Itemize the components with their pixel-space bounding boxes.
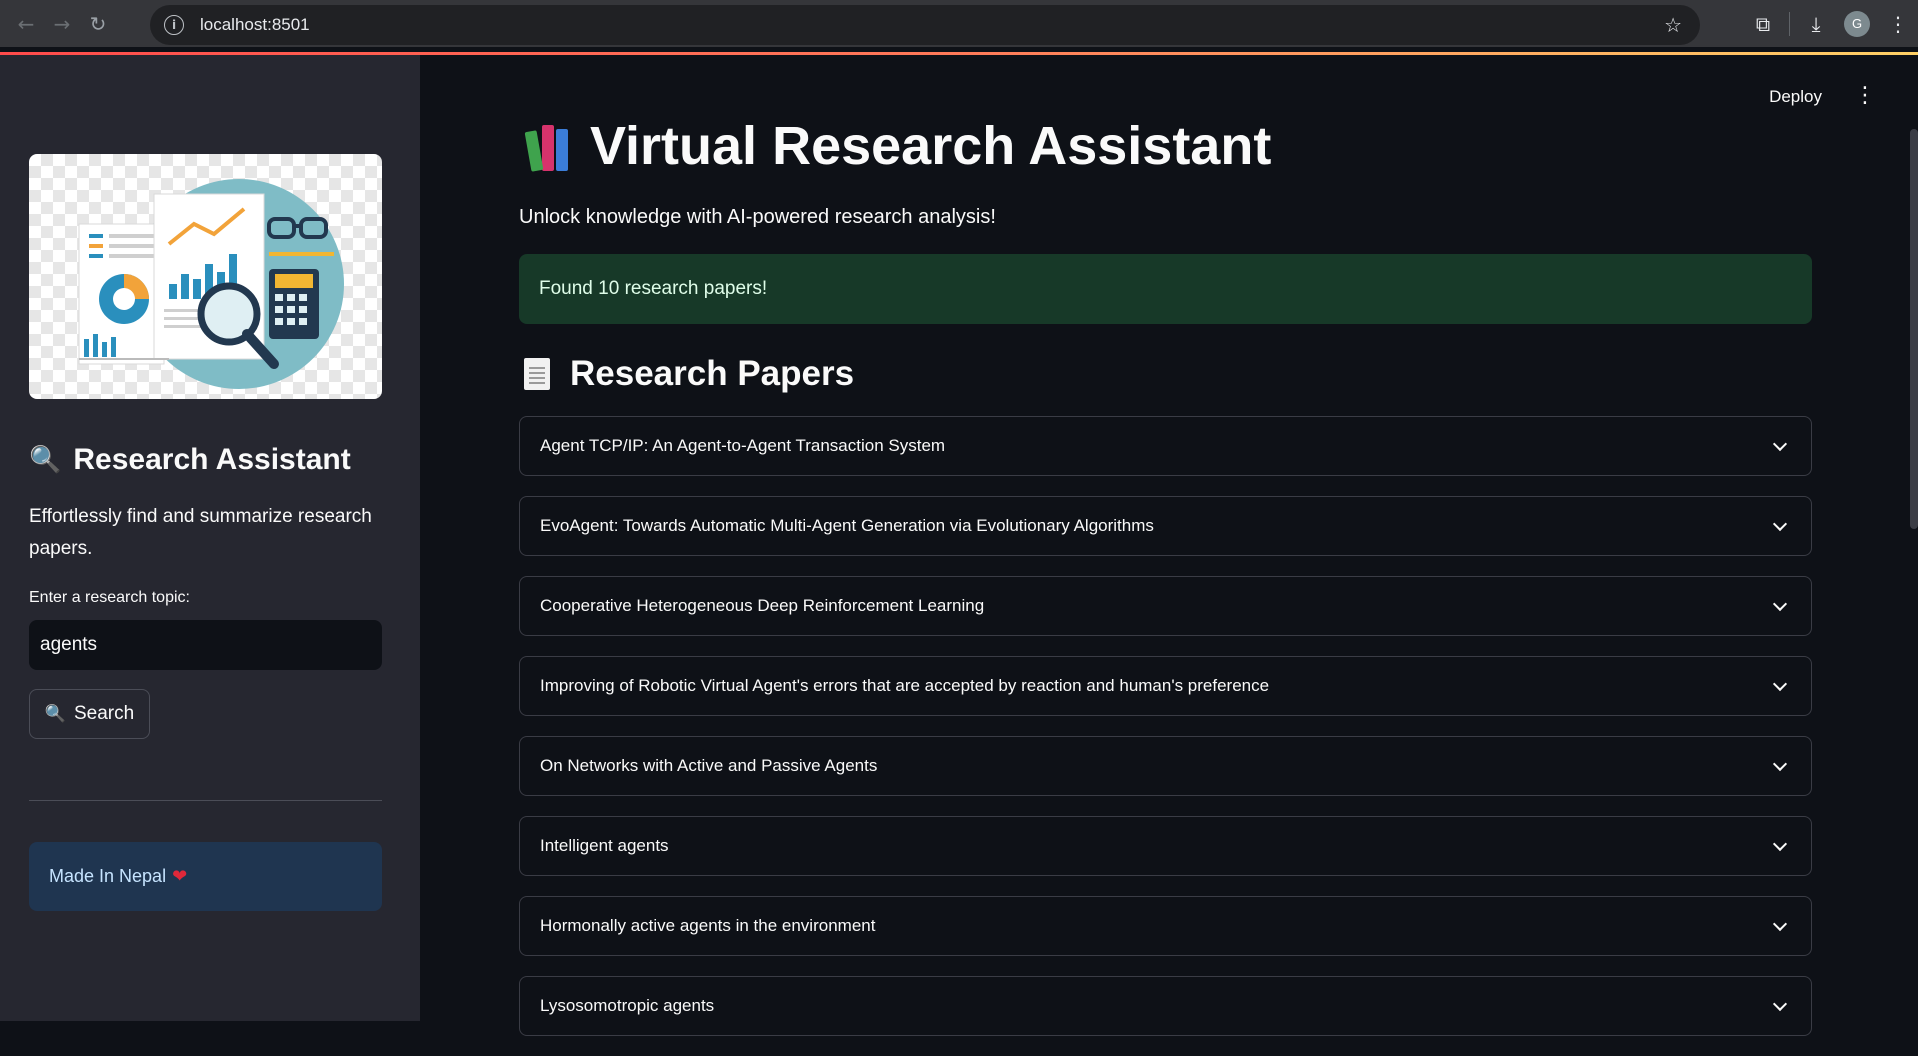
chevron-down-icon[interactable] — [1772, 516, 1788, 531]
section-title: Research Papers — [524, 354, 854, 394]
scrollbar-thumb[interactable] — [1910, 129, 1918, 529]
topic-input-label: Enter a research topic: — [29, 589, 190, 606]
document-icon — [524, 358, 550, 390]
paper-expander[interactable]: Lysosomotropic agents — [519, 976, 1812, 1036]
paper-title: Improving of Robotic Virtual Agent's err… — [540, 676, 1270, 695]
paper-expander[interactable]: EvoAgent: Towards Automatic Multi-Agent … — [519, 496, 1812, 556]
address-bar[interactable]: i localhost:8501 ☆ — [150, 5, 1700, 45]
forward-arrow-icon[interactable]: → — [44, 6, 80, 42]
papers-list: Agent TCP/IP: An Agent-to-Agent Transact… — [519, 416, 1812, 1056]
page-title: Virtual Research Assistant — [524, 115, 1272, 177]
chevron-down-icon[interactable] — [1772, 436, 1788, 451]
sidebar-description: Effortlessly find and summarize research… — [29, 506, 372, 559]
paper-expander[interactable]: Agent TCP/IP: An Agent-to-Agent Transact… — [519, 416, 1812, 476]
paper-expander[interactable]: Hormonally active agents in the environm… — [519, 896, 1812, 956]
main-content: Deploy ⋮ Virtual Research Assistant Unlo… — [420, 55, 1918, 1036]
download-icon[interactable]: ⤓ — [1796, 12, 1836, 36]
page-title-text: Virtual Research Assistant — [590, 116, 1272, 176]
deploy-button[interactable]: Deploy — [1769, 87, 1822, 107]
page-subtitle: Unlock knowledge with AI-powered researc… — [519, 206, 996, 228]
paper-title: On Networks with Active and Passive Agen… — [540, 756, 878, 775]
chevron-down-icon[interactable] — [1772, 836, 1788, 851]
reload-icon[interactable]: ↻ — [80, 6, 116, 42]
bookmark-star-icon[interactable]: ☆ — [1664, 13, 1682, 37]
more-icon[interactable]: ⋮ — [1878, 12, 1918, 36]
topic-input[interactable] — [29, 620, 382, 670]
toolbar-separator — [1789, 11, 1790, 36]
url-text[interactable]: localhost:8501 — [200, 15, 310, 35]
magnifier-icon: 🔍 — [29, 445, 62, 475]
made-in-nepal-badge: Made In Nepal ❤ — [29, 842, 382, 911]
research-illustration-image — [29, 154, 382, 399]
chevron-down-icon[interactable] — [1772, 996, 1788, 1011]
search-button-label: Search — [73, 703, 135, 724]
paper-expander[interactable]: Improving of Robotic Virtual Agent's err… — [519, 656, 1812, 716]
magnifier-icon: 🔍 — [44, 704, 66, 724]
success-alert: Found 10 research papers! — [519, 254, 1812, 324]
heart-icon: ❤ — [172, 866, 188, 887]
sidebar-title-text: Research Assistant — [73, 443, 351, 476]
browser-toolbar: ← → ↻ i localhost:8501 ☆ ⧉ ⤓ G ⋮ — [0, 0, 1918, 47]
sidebar: 🔍 Research Assistant Effortlessly find a… — [0, 55, 420, 1021]
paper-title: Intelligent agents — [540, 836, 669, 855]
paper-expander[interactable]: Cooperative Heterogeneous Deep Reinforce… — [519, 576, 1812, 636]
sidebar-divider — [29, 800, 382, 801]
extensions-icon[interactable]: ⧉ — [1743, 12, 1783, 36]
paper-expander[interactable]: Intelligent agents — [519, 816, 1812, 876]
site-info-icon[interactable]: i — [164, 15, 184, 35]
badge-text: Made In Nepal — [49, 866, 167, 886]
paper-title: Hormonally active agents in the environm… — [540, 916, 876, 935]
paper-title: EvoAgent: Towards Automatic Multi-Agent … — [540, 516, 1154, 535]
chevron-down-icon[interactable] — [1772, 676, 1788, 691]
section-title-text: Research Papers — [570, 354, 855, 393]
back-arrow-icon[interactable]: ← — [8, 6, 44, 42]
paper-expander[interactable]: On Networks with Active and Passive Agen… — [519, 736, 1812, 796]
profile-avatar[interactable]: G — [1844, 10, 1870, 37]
chevron-down-icon[interactable] — [1772, 596, 1788, 611]
paper-title: Agent TCP/IP: An Agent-to-Agent Transact… — [540, 436, 946, 455]
books-icon — [524, 121, 570, 172]
search-button[interactable]: 🔍 Search — [29, 689, 150, 739]
paper-title: Cooperative Heterogeneous Deep Reinforce… — [540, 596, 985, 615]
main-menu-icon[interactable]: ⋮ — [1854, 83, 1876, 108]
paper-title: Lysosomotropic agents — [540, 996, 715, 1015]
sidebar-title: 🔍 Research Assistant — [29, 443, 351, 477]
chevron-down-icon[interactable] — [1772, 756, 1788, 771]
chevron-down-icon[interactable] — [1772, 916, 1788, 931]
